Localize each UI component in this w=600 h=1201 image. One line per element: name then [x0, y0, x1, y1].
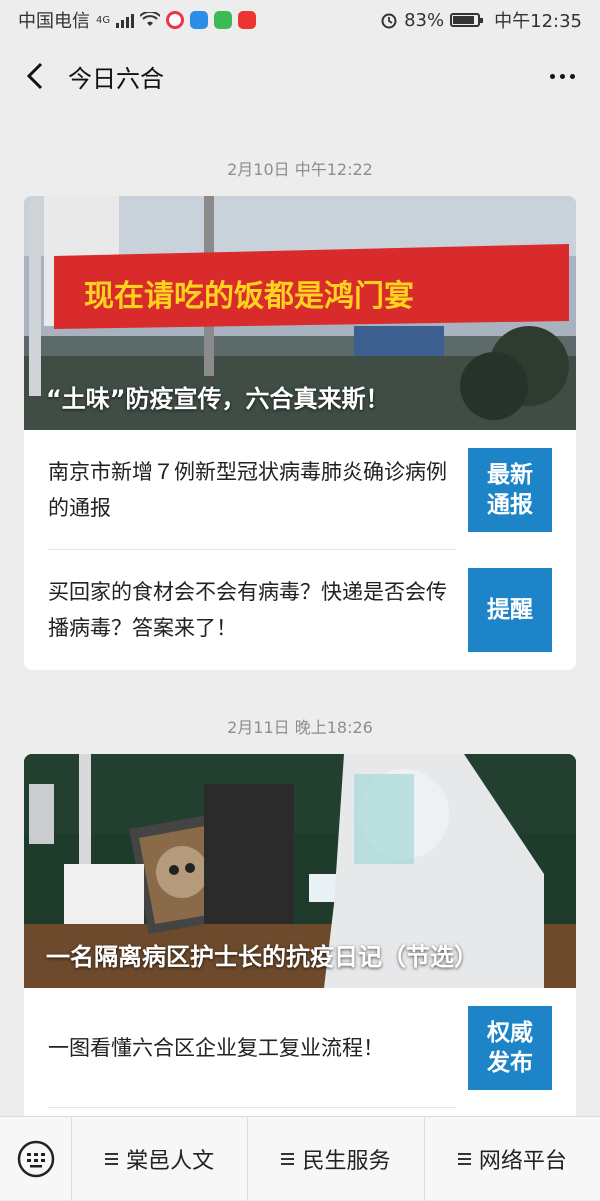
carrier-label: 中国电信 [18, 11, 90, 32]
alarm-icon [381, 13, 397, 29]
network-label: 4G [96, 14, 111, 26]
list-item[interactable]: 南京市新增７例新型冠状病毒肺炎确诊病例的通报 最新 通报 [24, 430, 576, 550]
menu-button-culture[interactable]: 棠邑人文 [72, 1116, 249, 1201]
back-button[interactable] [18, 56, 52, 96]
list-item[interactable]: 买回家的食材会不会有病毒？快递是否会传播病毒？答案来了！ 提醒 [24, 550, 576, 670]
app-icon-browser [166, 11, 185, 29]
signal-icon [116, 12, 135, 28]
bottom-menu: 棠邑人文 民生服务 网络平台 [0, 1116, 600, 1201]
divider [48, 1107, 456, 1108]
list-item[interactable]: 一图看懂六合区企业复工复业流程！ 权威 发布 [24, 988, 576, 1108]
menu-label: 棠邑人文 [126, 1148, 215, 1174]
status-bar: 中国电信 4G 83% 中午12:35 [0, 0, 600, 40]
battery-percent: 83% [404, 9, 445, 31]
article-card: 现在请吃的饭都是鸿门宴 “土味”防疫宣传，六合真来斯！ 南京市新增７例新型冠状病… [24, 196, 576, 670]
menu-label: 民生服务 [302, 1148, 391, 1174]
more-button[interactable] [542, 56, 582, 96]
article-title: 南京市新增７例新型冠状病毒肺炎确诊病例的通报 [48, 460, 447, 520]
article-title: 一图看懂六合区企业复工复业流程！ [48, 1036, 384, 1060]
menu-lines-icon [105, 1152, 119, 1165]
cover-article[interactable]: 现在请吃的饭都是鸿门宴 “土味”防疫宣传，六合真来斯！ [24, 196, 576, 430]
menu-button-network[interactable]: 网络平台 [425, 1117, 600, 1201]
article-thumbnail: 最新 通报 [468, 448, 552, 532]
menu-button-services[interactable]: 民生服务 [248, 1116, 425, 1201]
page-title: 今日六合 [68, 64, 164, 93]
chevron-left-icon [26, 62, 43, 90]
article-title: 买回家的食材会不会有病毒？快递是否会传播病毒？答案来了！ [48, 580, 447, 640]
menu-lines-icon [457, 1152, 471, 1165]
keyboard-toggle-button[interactable] [0, 1116, 72, 1201]
article-thumbnail: 提醒 [468, 568, 552, 652]
banner-text: 现在请吃的饭都是鸿门宴 [84, 279, 414, 314]
more-dot [559, 73, 565, 79]
keyboard-icon [17, 1140, 54, 1177]
app-icon-reader [238, 11, 257, 29]
cover-title: 一名隔离病区护士长的抗疫日记（节选） [46, 943, 478, 971]
wifi-icon [140, 12, 161, 26]
article-card: 一名隔离病区护士长的抗疫日记（节选） 一图看懂六合区企业复工复业流程！ 权威 发… [24, 754, 576, 1154]
app-icon-play [214, 11, 233, 29]
more-dot [569, 73, 575, 79]
article-thumbnail: 权威 发布 [468, 1006, 552, 1090]
status-left: 中国电信 4G [18, 7, 257, 33]
cover-title: “土味”防疫宣传，六合真来斯！ [46, 385, 390, 413]
menu-lines-icon [281, 1152, 295, 1165]
cover-article[interactable]: 一名隔离病区护士长的抗疫日记（节选） [24, 754, 576, 988]
message-timestamp: 2月11日 晚上18:26 [227, 718, 373, 737]
more-dot [549, 73, 555, 79]
clock: 中午12:35 [494, 11, 582, 32]
app-icon-messenger [190, 11, 209, 29]
menu-label: 网络平台 [478, 1148, 567, 1174]
battery-icon [450, 13, 484, 27]
status-right: 83% 中午12:35 [380, 7, 582, 33]
nav-bar: 今日六合 [0, 40, 600, 112]
message-timestamp: 2月10日 中午12:22 [227, 160, 373, 179]
